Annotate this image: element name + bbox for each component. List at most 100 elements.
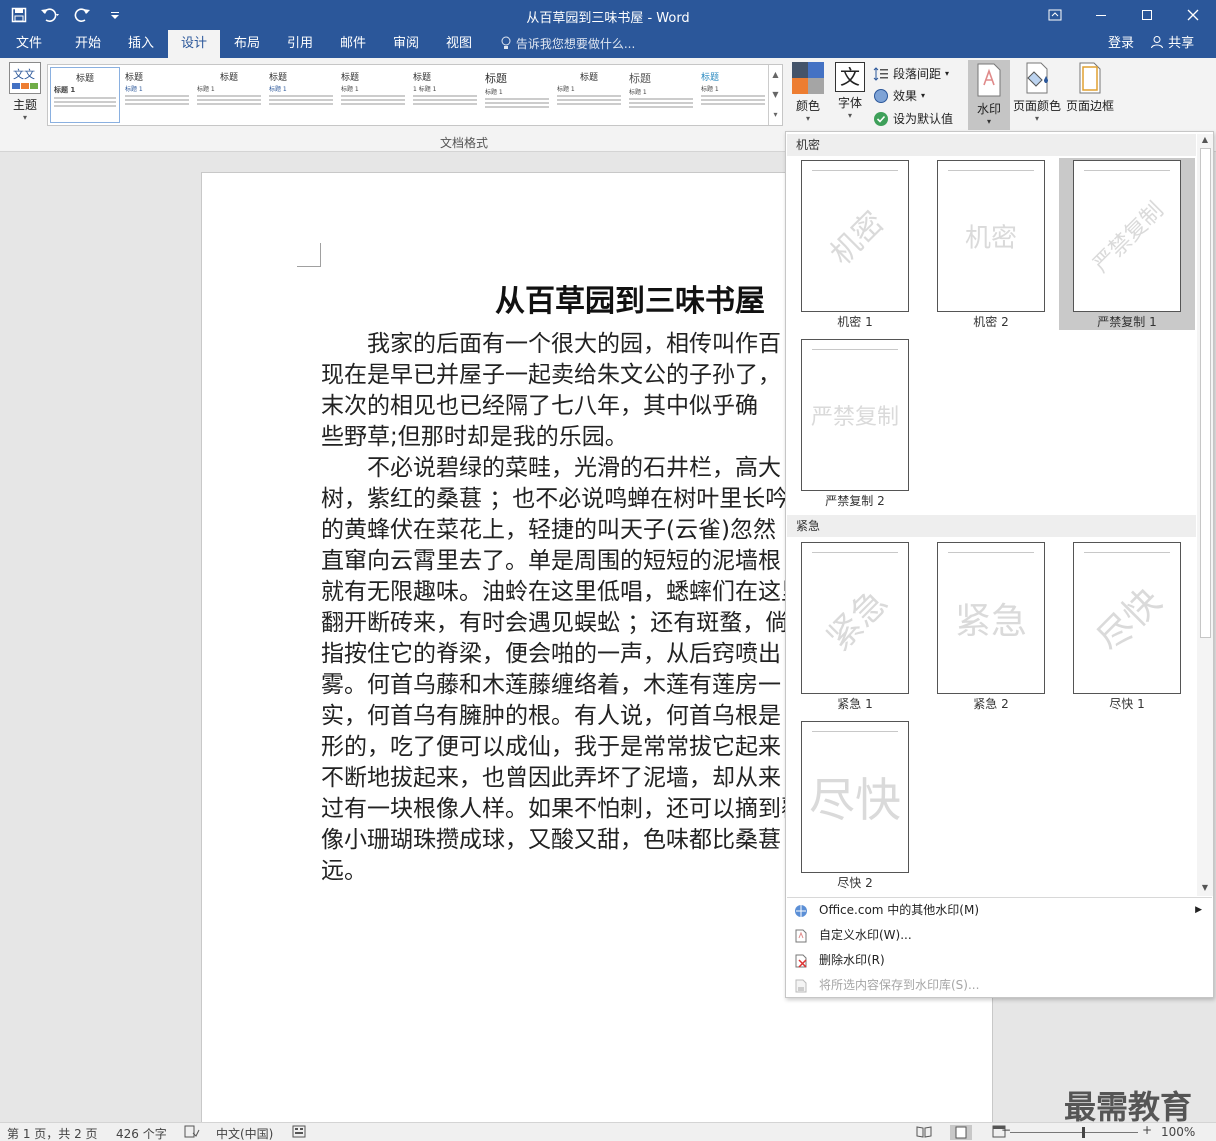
watermark-caption: 严禁复制 1 (1097, 315, 1157, 329)
watermark-do-not-copy-2[interactable]: 严禁复制 严禁复制 2 (787, 337, 923, 509)
menu-item-more-watermarks[interactable]: Office.com 中的其他水印(M) ▶ (787, 898, 1212, 923)
watermark-confidential-2[interactable]: 机密 机密 2 (923, 158, 1059, 330)
ribbon-display-options-icon[interactable] (1032, 0, 1078, 30)
watermark-button[interactable]: 水印 ▾ (968, 60, 1010, 130)
gallery-down-icon[interactable]: ▼ (769, 85, 782, 105)
style-set-8[interactable]: 标题 标题 1 (554, 67, 624, 123)
maximize-icon[interactable] (1124, 0, 1170, 30)
proofing-icon[interactable] (184, 1125, 200, 1141)
share-button[interactable]: 共享 (1150, 30, 1194, 58)
style-set-7[interactable]: 标题 标题 1 (482, 67, 552, 123)
tell-me-placeholder: 告诉我您想要做什么... (515, 37, 636, 51)
watermark-urgent-1[interactable]: 紧急 紧急 1 (787, 540, 923, 712)
save-to-gallery-icon (794, 979, 808, 993)
colors-button[interactable]: 颜色 ▾ (790, 62, 826, 128)
fonts-dropdown-icon: ▾ (847, 111, 852, 120)
tab-references[interactable]: 引用 (274, 30, 326, 58)
style-set-10[interactable]: 标题 标题 1 (698, 67, 768, 123)
style-set-3[interactable]: 标题 标题 1 (194, 67, 264, 123)
read-mode-icon[interactable] (916, 1125, 932, 1141)
print-layout-icon[interactable] (950, 1125, 972, 1141)
effects-dropdown-icon: ▾ (921, 91, 926, 100)
scrollbar-thumb[interactable] (1200, 148, 1211, 638)
body-line: 的黄蜂伏在菜花上，轻捷的叫天子(云雀)忽然 (321, 517, 776, 543)
macro-record-icon[interactable] (292, 1125, 306, 1141)
watermark-preview-text: 严禁复制 (810, 405, 899, 430)
custom-watermark-icon (794, 929, 808, 943)
watermark-dropdown-icon: ▾ (986, 117, 991, 126)
tab-review[interactable]: 审阅 (380, 30, 432, 58)
window-controls (1032, 0, 1216, 30)
zoom-in-icon[interactable]: + (1142, 1123, 1152, 1137)
effects-icon (874, 88, 888, 103)
zoom-out-icon[interactable]: − (1001, 1123, 1011, 1137)
body-line: 指按住它的脊梁，便会啪的一声，从后窍喷出 (321, 641, 781, 667)
body-line: 我家的后面有一个很大的园，相传叫作百 (321, 331, 781, 357)
style-set-1[interactable]: 标题 标题 1 (50, 67, 120, 123)
watermark-gallery-panel: 机密 机密 机密 1 机密 机密 2 严禁复制 严禁复制 1 严禁复制 严禁复制… (785, 131, 1214, 998)
paragraph-spacing-button[interactable]: 段落间距 ▾ (873, 65, 949, 82)
scroll-down-icon[interactable]: ▼ (1197, 882, 1213, 894)
ribbon-tabs: 文件 开始 插入 设计 布局 引用 邮件 审阅 视图 告诉我您想要做什么... … (0, 30, 1216, 58)
style-set-9[interactable]: 标题 标题 1 (626, 67, 696, 123)
zoom-slider[interactable] (1010, 1132, 1138, 1133)
submenu-arrow-icon: ▶ (1195, 905, 1202, 915)
page-borders-button[interactable]: 页面边框 (1064, 62, 1116, 128)
paragraph-spacing-label: 段落间距 (893, 67, 942, 81)
watermark-caption: 尽快 1 (1109, 697, 1145, 711)
section-header-confidential: 机密 (787, 134, 1196, 156)
page-borders-label: 页面边框 (1065, 99, 1114, 113)
body-line: 过有一块根像人样。如果不怕刺，还可以摘到覆 (321, 796, 791, 822)
watermark-preview-text: 机密 (823, 204, 892, 273)
tab-design[interactable]: 设计 (168, 30, 220, 58)
person-icon (1150, 36, 1168, 51)
sign-in-link[interactable]: 登录 (1108, 30, 1134, 58)
zoom-level[interactable]: 100% (1161, 1125, 1195, 1139)
close-icon[interactable] (1170, 0, 1216, 30)
scroll-up-icon[interactable]: ▲ (1197, 134, 1213, 146)
gallery-more-icon[interactable]: ▾ (769, 105, 782, 125)
effects-button[interactable]: 效果 ▾ (873, 87, 925, 104)
body-line: 些野草;但那时却是我的乐园。 (321, 424, 628, 450)
style-set-4[interactable]: 标题 标题 1 (266, 67, 336, 123)
watermark-preview-text: 紧急 (819, 582, 896, 659)
tab-view[interactable]: 视图 (434, 30, 484, 58)
menu-item-remove-watermark[interactable]: 删除水印(R) (787, 948, 1212, 973)
tell-me-search[interactable]: 告诉我您想要做什么... (500, 30, 635, 58)
page-color-button[interactable]: 页面颜色 ▾ (1012, 62, 1062, 128)
watermark-caption: 尽快 2 (837, 876, 873, 890)
gallery-scrollbar[interactable]: ▲ ▼ (1197, 134, 1213, 896)
watermark-caption: 机密 2 (973, 315, 1009, 329)
style-set-6[interactable]: 标题 1 标题 1 (410, 67, 480, 123)
gallery-up-icon[interactable]: ▲ (769, 65, 782, 85)
page-borders-icon (1079, 62, 1101, 94)
tab-home[interactable]: 开始 (62, 30, 114, 58)
themes-button[interactable]: 文文 主题 ▾ (6, 62, 44, 128)
zoom-slider-thumb[interactable] (1082, 1127, 1085, 1138)
tab-file[interactable]: 文件 (4, 30, 54, 58)
watermark-urgent-2[interactable]: 紧急 紧急 2 (923, 540, 1059, 712)
watermark-asap-1[interactable]: 尽快 尽快 1 (1059, 540, 1195, 712)
gallery-scroll[interactable]: ▲ ▼ ▾ (768, 65, 782, 125)
word-count[interactable]: 426 个字 (116, 1125, 167, 1141)
minimize-icon[interactable] (1078, 0, 1124, 30)
watermark-caption: 机密 1 (837, 315, 873, 329)
menu-item-save-to-gallery[interactable]: 将所选内容保存到水印库(S)... (787, 973, 1212, 998)
watermark-caption: 紧急 1 (837, 697, 873, 711)
watermark-asap-2[interactable]: 尽快 尽快 2 (787, 719, 923, 891)
style-set-2[interactable]: 标题 标题 1 (122, 67, 192, 123)
watermark-confidential-1[interactable]: 机密 机密 1 (787, 158, 923, 330)
document-body[interactable]: 我家的后面有一个很大的园，相传叫作百 现在是早已并屋子一起卖给朱文公的子孙了， … (321, 329, 791, 887)
fonts-button[interactable]: 文 字体 ▾ (832, 62, 868, 128)
language-indicator[interactable]: 中文(中国) (216, 1125, 273, 1141)
style-set-5[interactable]: 标题 标题 1 (338, 67, 408, 123)
tab-layout[interactable]: 布局 (222, 30, 272, 58)
watermark-do-not-copy-1[interactable]: 严禁复制 严禁复制 1 (1059, 158, 1195, 330)
set-as-default-button[interactable]: 设为默认值 (873, 110, 953, 127)
menu-item-custom-watermark[interactable]: 自定义水印(W)... (787, 923, 1212, 948)
body-line: 末次的相见也已经隔了七八年，其中似乎确 (321, 393, 758, 419)
watermark-label: 水印 (976, 102, 1001, 116)
tab-insert[interactable]: 插入 (116, 30, 166, 58)
tab-mailings[interactable]: 邮件 (328, 30, 378, 58)
page-count[interactable]: 第 1 页，共 2 页 (7, 1125, 98, 1141)
